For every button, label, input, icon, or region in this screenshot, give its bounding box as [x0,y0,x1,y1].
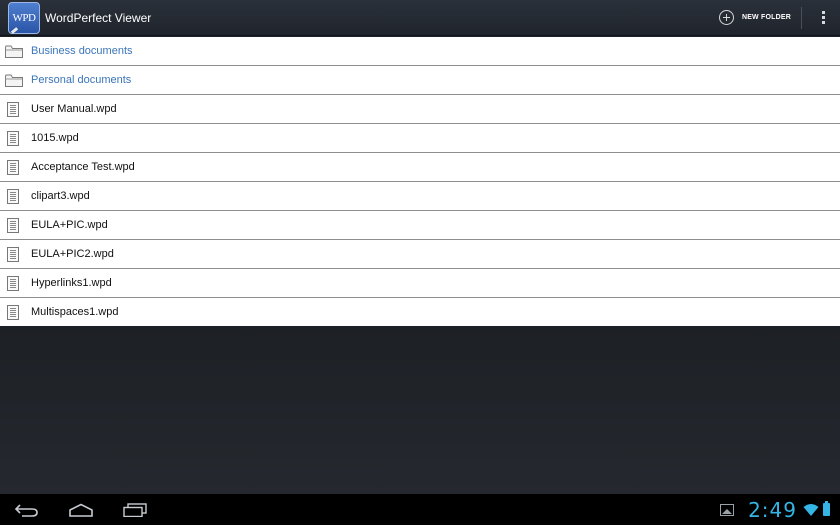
wifi-icon [803,503,819,516]
document-icon [7,275,19,291]
file-row[interactable]: 1015.wpd [0,124,840,153]
home-icon [69,503,93,517]
file-name: EULA+PIC2.wpd [31,248,114,260]
file-row[interactable]: EULA+PIC2.wpd [0,240,840,269]
document-icon [7,188,19,204]
document-icon [7,159,19,175]
battery-icon [823,501,830,516]
document-icon [7,246,19,262]
new-folder-label: NEW FOLDER [741,14,791,21]
file-name: EULA+PIC.wpd [31,219,108,231]
file-name: clipart3.wpd [31,190,90,202]
empty-area [0,326,840,494]
folder-name: Personal documents [31,74,132,86]
file-name: Hyperlinks1.wpd [31,277,112,289]
file-name: Acceptance Test.wpd [31,161,135,173]
file-row[interactable]: clipart3.wpd [0,182,840,211]
file-row[interactable]: EULA+PIC.wpd [0,211,840,240]
file-row[interactable]: Hyperlinks1.wpd [0,269,840,298]
action-bar: WPD WordPerfect Viewer NEW FOLDER [0,0,840,36]
file-row[interactable]: Multispaces1.wpd [0,298,840,326]
add-circle-icon [718,10,734,25]
file-list: Business documents Personal documents Us… [0,37,840,326]
system-navigation-bar: 2:49 [0,494,840,525]
document-icon [7,304,19,320]
app-title: WordPerfect Viewer [45,10,152,25]
overflow-menu-icon[interactable] [812,0,834,36]
status-area[interactable]: 2:49 [720,494,840,525]
clock: 2:49 [748,497,797,522]
file-row[interactable]: Acceptance Test.wpd [0,153,840,182]
back-button[interactable] [0,494,54,525]
folder-icon [5,74,23,87]
document-icon [7,101,19,117]
recent-apps-button[interactable] [108,494,162,525]
new-folder-button[interactable]: NEW FOLDER [711,0,801,36]
app-icon-text: WPD [12,11,36,24]
action-divider [801,6,802,29]
file-name: Multispaces1.wpd [31,306,119,318]
file-name: 1015.wpd [31,132,79,144]
folder-row-personal[interactable]: Personal documents [0,66,840,95]
recent-apps-icon [123,502,147,517]
folder-name: Business documents [31,45,133,57]
folder-icon [5,45,23,58]
gallery-notification-icon [720,503,735,516]
document-icon [7,130,19,146]
file-row[interactable]: User Manual.wpd [0,95,840,124]
home-button[interactable] [54,494,108,525]
pen-icon [10,26,19,34]
document-icon [7,217,19,233]
wpd-app-icon[interactable]: WPD [8,1,40,34]
file-name: User Manual.wpd [31,103,117,115]
folder-row-business[interactable]: Business documents [0,37,840,66]
back-icon [14,503,38,517]
